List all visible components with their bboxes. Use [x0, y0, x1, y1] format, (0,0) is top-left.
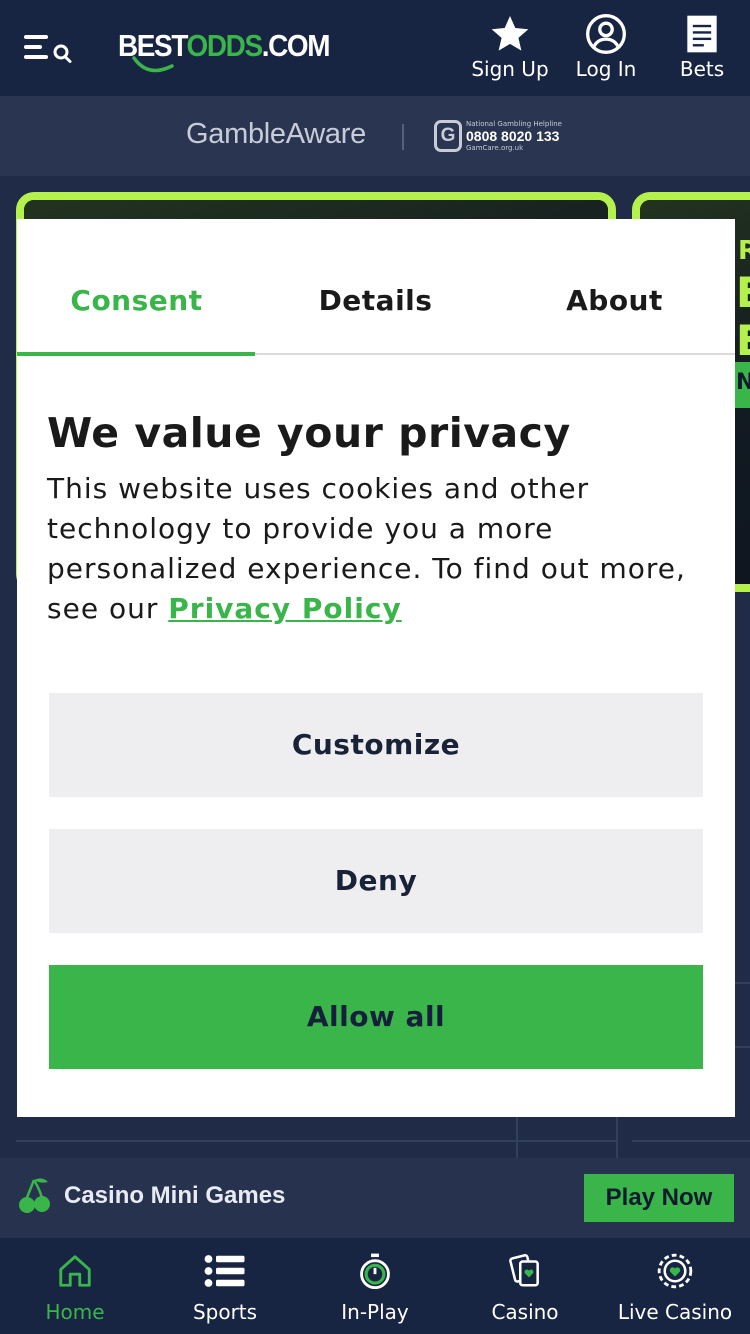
nav-sports[interactable]: Sports: [150, 1238, 300, 1334]
promo-peek-text: E: [736, 316, 750, 365]
mini-games-title: Casino Mini Games: [64, 1182, 286, 1209]
chip-icon: [600, 1252, 750, 1292]
gamcare-g-icon: G: [434, 120, 462, 152]
allow-all-button[interactable]: Allow all: [49, 965, 703, 1069]
stopwatch-icon: [300, 1252, 450, 1292]
customize-button[interactable]: Customize: [49, 693, 703, 797]
helpline-title: National Gambling Helpline: [466, 120, 562, 128]
promo-peek-text: N: [736, 370, 750, 395]
home-icon: [0, 1252, 150, 1292]
cards-icon: [450, 1252, 600, 1292]
sign-up-button[interactable]: Sign Up: [460, 12, 560, 81]
grid-divider: [632, 1140, 750, 1142]
bets-label: Bets: [679, 57, 725, 81]
nav-in-play[interactable]: In-Play: [300, 1238, 450, 1334]
gamcare-helpline[interactable]: G National Gambling Helpline 0808 8020 1…: [434, 118, 574, 154]
grid-divider: [16, 1140, 616, 1142]
grid-divider: [735, 1046, 750, 1048]
consent-heading: We value your privacy: [47, 409, 571, 457]
user-circle-icon: [556, 12, 656, 56]
grid-divider: [735, 982, 750, 984]
privacy-policy-link[interactable]: Privacy Policy: [168, 592, 401, 625]
log-in-label: Log In: [575, 57, 637, 81]
consent-body: This website uses cookies and other tech…: [47, 469, 717, 629]
helpline-site: GamCare.org.uk: [466, 144, 524, 152]
tab-details[interactable]: Details: [256, 219, 495, 355]
star-icon: [460, 12, 560, 56]
bets-button[interactable]: Bets: [652, 12, 750, 81]
nav-home[interactable]: Home: [0, 1238, 150, 1334]
cookie-consent-dialog: Consent Details About We value your priv…: [17, 219, 735, 1117]
list-icon: [150, 1252, 300, 1292]
casino-mini-games-bar: Casino Mini Games Play Now: [0, 1158, 750, 1238]
menu-search-icon[interactable]: [22, 32, 74, 64]
top-header: BESTODDS.COM Sign Up Log In Bets: [0, 0, 750, 96]
responsible-gambling-strip: GambleAware: [0, 96, 750, 176]
promo-peek-text: E: [736, 268, 750, 317]
bestodds-logo[interactable]: BESTODDS.COM: [116, 22, 331, 78]
betslip-icon: [652, 12, 750, 56]
sign-up-label: Sign Up: [471, 57, 549, 81]
logo-swoosh-icon: [132, 56, 174, 73]
log-in-button[interactable]: Log In: [556, 12, 656, 81]
cherries-icon: [19, 1178, 50, 1213]
play-now-button[interactable]: Play Now: [584, 1174, 734, 1222]
nav-live-casino-label: Live Casino: [617, 1300, 733, 1324]
active-tab-indicator: [17, 352, 255, 356]
helpline-number: 0808 8020 133: [466, 128, 560, 144]
tab-about[interactable]: About: [495, 219, 734, 355]
bottom-navigation: Home Sports In-Play Casino Live Casino: [0, 1238, 750, 1334]
deny-button[interactable]: Deny: [49, 829, 703, 933]
nav-casino[interactable]: Casino: [450, 1238, 600, 1334]
nav-live-casino[interactable]: Live Casino: [600, 1238, 750, 1334]
nav-in-play-label: In-Play: [341, 1300, 409, 1324]
tab-consent[interactable]: Consent: [17, 219, 256, 355]
promo-peek-text: RO: [738, 236, 750, 266]
strip-divider: [402, 124, 404, 150]
consent-tabs: Consent Details About: [17, 219, 735, 356]
nav-casino-label: Casino: [491, 1300, 559, 1324]
gambleaware-logo[interactable]: GambleAware: [186, 118, 366, 151]
nav-sports-label: Sports: [192, 1300, 258, 1324]
nav-home-label: Home: [45, 1300, 105, 1324]
